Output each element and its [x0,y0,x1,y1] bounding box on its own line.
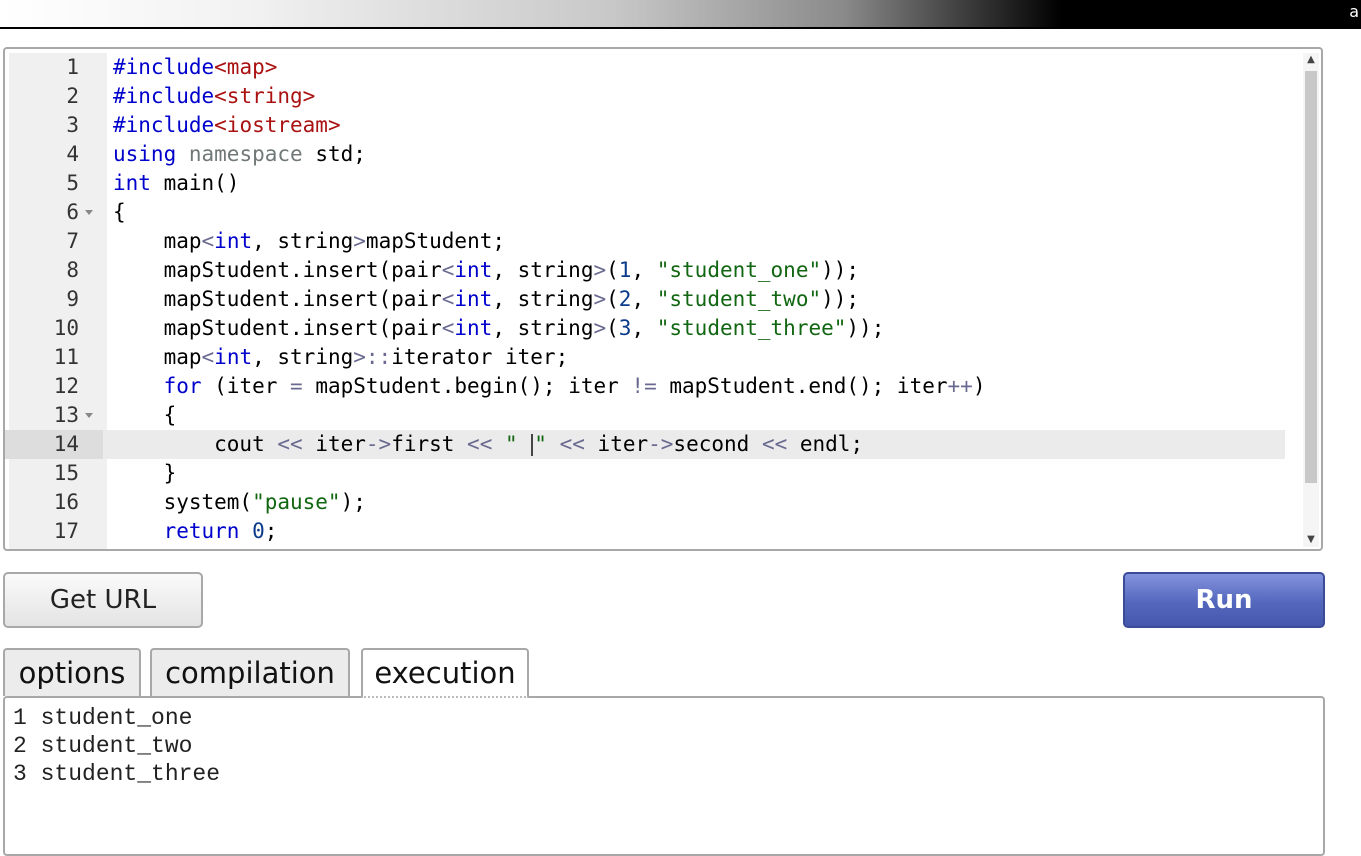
tab-options[interactable]: options [3,648,141,696]
code-line[interactable]: 5 int main() [5,169,1285,198]
run-button[interactable]: Run [1123,572,1325,628]
line-number: 16 [53,490,79,514]
code-text[interactable]: #include<iostream> [113,111,341,140]
code-line[interactable]: 4 using namespace std; [5,140,1285,169]
output-line: 1 student_one [13,705,193,731]
line-number: 10 [53,316,79,340]
window-title-bar: a [0,0,1361,29]
line-number: 3 [66,113,79,137]
tab-execution[interactable]: execution [361,648,529,698]
code-text[interactable]: return 0; [113,517,278,546]
scrollbar-thumb[interactable] [1305,71,1317,483]
code-line[interactable]: 9 mapStudent.insert(pair<int, string>(2,… [5,285,1285,314]
output-line: 3 student_three [13,761,221,787]
code-text[interactable]: using namespace std; [113,140,366,169]
code-text[interactable]: mapStudent.insert(pair<int, string>(2, "… [113,285,860,314]
code-line[interactable]: 2 #include<string> [5,82,1285,111]
line-number: 6 [66,200,79,224]
code-line[interactable]: 6 { [5,198,1285,227]
code-line[interactable]: 3 #include<iostream> [5,111,1285,140]
code-text[interactable]: { [113,198,126,227]
line-number: 13 [53,403,79,427]
code-line[interactable]: 15 } [5,459,1285,488]
line-number: 2 [66,84,79,108]
execution-output-panel[interactable]: 1 student_one 2 student_two 3 student_th… [3,696,1325,856]
code-text[interactable]: #include<map> [113,53,277,82]
title-bar-corner-text: a [1349,2,1359,21]
code-line[interactable]: 11 map<int, string>::iterator iter; [5,343,1285,372]
code-line[interactable]: 12 for (iter = mapStudent.begin(); iter … [5,372,1285,401]
fold-arrow-icon[interactable] [85,413,93,418]
text-cursor [531,434,534,456]
editor-vertical-scrollbar[interactable]: ▲ ▼ [1303,53,1319,547]
code-text[interactable]: map<int, string>::iterator iter; [113,343,569,372]
line-number: 9 [66,287,79,311]
code-text[interactable]: for (iter = mapStudent.begin(); iter != … [113,372,986,401]
line-number: 14 [53,432,79,456]
code-line[interactable]: 8 mapStudent.insert(pair<int, string>(1,… [5,256,1285,285]
code-text[interactable]: cout << iter->first << " " << iter->seco… [113,430,863,459]
get-url-button[interactable]: Get URL [3,572,203,628]
code-line[interactable]: 7 map<int, string>mapStudent; [5,227,1285,256]
code-line-active[interactable]: 14 cout << iter->first << " " << iter->s… [5,430,1285,459]
code-line[interactable]: 13 { [5,401,1285,430]
line-number: 5 [66,171,79,195]
code-text[interactable]: map<int, string>mapStudent; [113,227,505,256]
line-number: 1 [66,55,79,79]
line-number: 4 [66,142,79,166]
code-text[interactable]: int main() [113,169,239,198]
line-number: 12 [53,374,79,398]
fold-arrow-icon[interactable] [85,210,93,215]
line-number: 15 [53,461,79,485]
code-line[interactable]: 1 #include<map> [5,53,1285,82]
output-line: 2 student_two [13,733,193,759]
code-text[interactable]: mapStudent.insert(pair<int, string>(1, "… [113,256,860,285]
line-number: 7 [66,229,79,253]
code-line[interactable]: 17 return 0; [5,517,1285,546]
scroll-down-icon[interactable]: ▼ [1303,533,1319,547]
code-line[interactable]: 10 mapStudent.insert(pair<int, string>(3… [5,314,1285,343]
code-text[interactable]: #include<string> [113,82,315,111]
line-number: 11 [53,345,79,369]
line-number: 17 [53,519,79,543]
code-editor[interactable]: 1 #include<map> 2 #include<string> 3 #in… [3,47,1323,551]
code-text[interactable]: system("pause"); [113,488,366,517]
tab-compilation[interactable]: compilation [150,648,350,696]
code-line[interactable]: 16 system("pause"); [5,488,1285,517]
scroll-up-icon[interactable]: ▲ [1303,53,1319,67]
code-text[interactable]: mapStudent.insert(pair<int, string>(3, "… [113,314,885,343]
code-text[interactable]: { [113,401,177,430]
line-number: 8 [66,258,79,282]
code-text[interactable]: } [113,459,177,488]
